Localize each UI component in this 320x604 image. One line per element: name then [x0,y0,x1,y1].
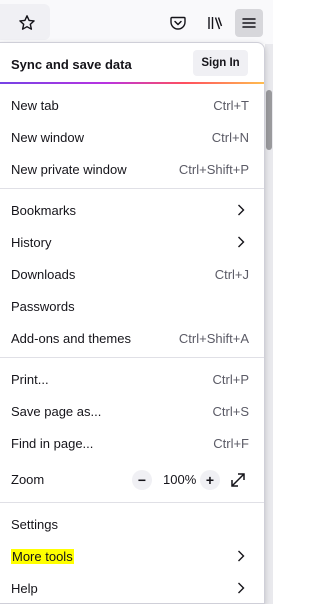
menu-separator [0,357,264,358]
zoom-level[interactable]: 100% [163,472,196,487]
menu-item-label: Print... [11,372,49,387]
menu-item-shortcut: Ctrl+P [212,372,249,387]
menu-item-label: New tab [11,98,59,113]
menu-item-label: Help [11,581,38,596]
menu-item-label: Find in page... [11,436,94,451]
menu-item-new-window[interactable]: New window Ctrl+N [0,122,264,152]
menu-item-more-tools[interactable]: More tools [0,541,264,571]
chevron-right-icon [238,204,245,216]
hamburger-menu-icon[interactable] [235,9,263,37]
menu-item-shortcut: Ctrl+Shift+A [178,331,249,346]
menu-item-zoom: Zoom − 100% + [0,464,264,494]
menu-item-shortcut: Ctrl+J [214,267,249,282]
menu-item-shortcut: Ctrl+Shift+P [178,162,249,177]
fullscreen-icon[interactable] [228,470,248,490]
menu-item-shortcut: Ctrl+F [213,436,249,451]
sync-row: Sync and save data Sign In [0,43,264,83]
app-menu-panel: Sync and save data Sign In New tab Ctrl+… [0,42,265,604]
zoom-in-button[interactable]: + [200,470,220,490]
menu-item-addons-and-themes[interactable]: Add-ons and themes Ctrl+Shift+A [0,323,264,353]
menu-item-save-page-as[interactable]: Save page as... Ctrl+S [0,396,264,426]
chevron-right-icon [238,550,245,562]
menu-item-label: Zoom [11,472,45,487]
menu-separator [0,502,264,503]
sync-label: Sync and save data [11,57,132,72]
menu-item-history[interactable]: History [0,227,264,257]
menu-item-label: Settings [11,517,58,532]
menu-item-bookmarks[interactable]: Bookmarks [0,195,264,225]
menu-separator [0,188,264,189]
menu-item-downloads[interactable]: Downloads Ctrl+J [0,259,264,289]
page-scrollbar[interactable] [265,44,273,604]
menu-item-label: More tools [11,549,74,564]
menu-item-label: New private window [11,162,127,177]
menu-item-settings[interactable]: Settings [0,509,264,539]
pocket-icon[interactable] [164,9,192,37]
menu-item-shortcut: Ctrl+N [211,130,249,145]
menu-item-find-in-page[interactable]: Find in page... Ctrl+F [0,428,264,458]
menu-item-new-tab[interactable]: New tab Ctrl+T [0,90,264,120]
chevron-right-icon [238,582,245,594]
menu-item-print[interactable]: Print... Ctrl+P [0,364,264,394]
menu-item-label: New window [11,130,84,145]
menu-item-label: Passwords [11,299,75,314]
chevron-right-icon [238,236,245,248]
sign-in-button[interactable]: Sign In [193,50,248,76]
menu-item-shortcut: Ctrl+S [212,404,249,419]
menu-item-label: Bookmarks [11,203,77,218]
menu-item-label: History [11,235,52,250]
menu-item-new-private-window[interactable]: New private window Ctrl+Shift+P [0,154,264,184]
menu-item-passwords[interactable]: Passwords [0,291,264,321]
sync-gradient-divider [0,82,264,84]
browser-toolbar [0,0,273,44]
star-icon[interactable] [13,9,41,37]
zoom-out-button[interactable]: − [132,470,152,490]
library-icon[interactable] [201,9,229,37]
scrollbar-thumb[interactable] [266,90,272,150]
menu-item-shortcut: Ctrl+T [213,98,249,113]
menu-item-label: Save page as... [11,404,102,419]
menu-item-label: Downloads [11,267,76,282]
menu-item-label: Add-ons and themes [11,331,131,346]
menu-item-help[interactable]: Help [0,573,264,603]
